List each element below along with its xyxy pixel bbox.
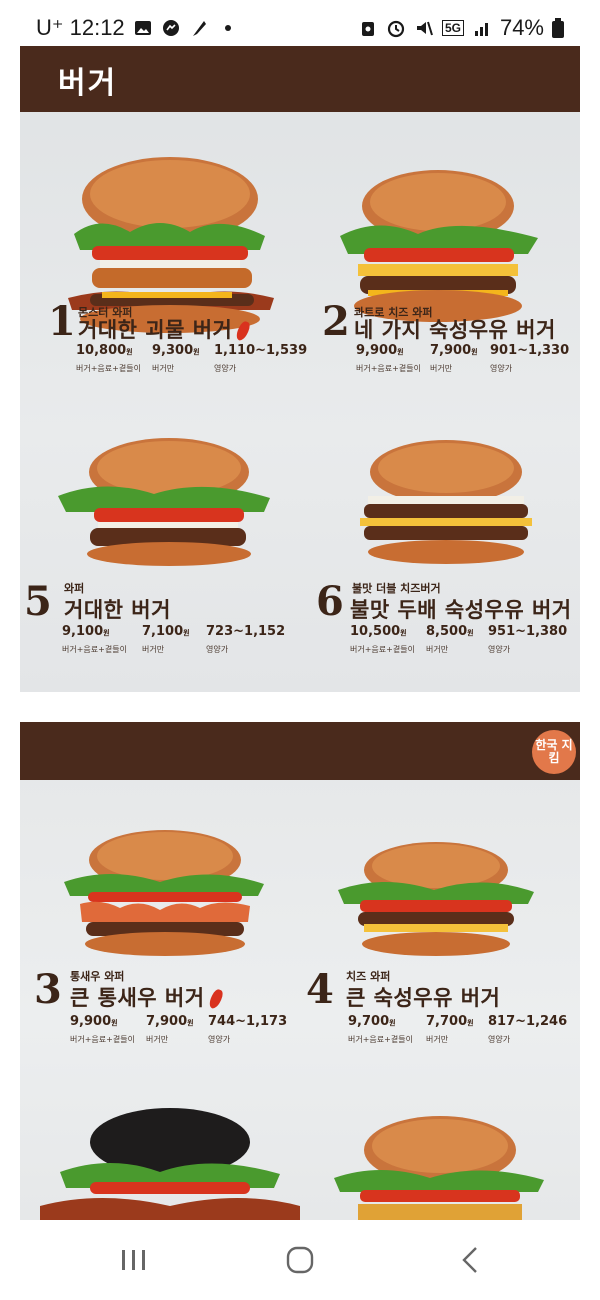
network-type: 5G bbox=[441, 20, 464, 36]
item-name: 큰 숙성우유 버거 bbox=[346, 986, 501, 1010]
feather-icon bbox=[192, 21, 206, 36]
combo-label: 버거+음료+곁들이 bbox=[350, 645, 415, 654]
item-number: 3 bbox=[34, 966, 62, 1013]
burger-only-label: 버거만 bbox=[142, 645, 165, 654]
nutrition-label: 영양가 bbox=[214, 364, 237, 373]
menu-header-banner: 버거 bbox=[20, 46, 580, 112]
double-cheeseburger-image bbox=[360, 440, 532, 564]
nutrition-label: 영양가 bbox=[208, 1035, 231, 1044]
item-number: 1 bbox=[48, 298, 76, 345]
item-name: 거대한 괴물 버거 bbox=[78, 314, 253, 344]
item-number: 2 bbox=[322, 298, 350, 345]
kcal-range: 1,110~1,539 bbox=[214, 343, 308, 358]
item-name: 큰 통새우 버거 bbox=[70, 982, 225, 1012]
more-notifications-dot bbox=[224, 25, 231, 31]
combo-label: 버거+음료+곁들이 bbox=[76, 364, 141, 373]
item-number: 5 bbox=[24, 578, 52, 625]
bulgogi-burger-image bbox=[334, 1116, 544, 1220]
brand-badge: 한국 지킴 bbox=[532, 730, 576, 774]
burger-only-label: 버거만 bbox=[426, 645, 449, 654]
burger-only-label: 버거만 bbox=[430, 364, 453, 373]
home-button[interactable] bbox=[270, 1240, 330, 1280]
battery-icon bbox=[552, 18, 564, 38]
whopper-image bbox=[58, 438, 270, 566]
kcal-range: 901~1,330 bbox=[490, 343, 570, 358]
shrimp-whopper-image bbox=[64, 830, 264, 956]
nutrition-label: 영양가 bbox=[490, 364, 513, 373]
back-button[interactable] bbox=[440, 1240, 500, 1280]
item-number: 4 bbox=[306, 966, 334, 1013]
combo-label: 버거+음료+곁들이 bbox=[356, 364, 421, 373]
burger-only-label: 버거만 bbox=[152, 364, 175, 373]
lock-app-icon bbox=[361, 22, 374, 36]
combo-label: 버거+음료+곁들이 bbox=[70, 1035, 135, 1044]
clock: U⁺ 12:12 bbox=[36, 15, 125, 40]
combo-price: 9,100원 bbox=[62, 624, 110, 639]
signal-icon bbox=[474, 23, 488, 36]
burger-only-label: 버거만 bbox=[426, 1035, 449, 1044]
kcal-range: 744~1,173 bbox=[208, 1014, 288, 1029]
navigation-bar bbox=[0, 1220, 600, 1300]
burger-price: 7,100원 bbox=[142, 624, 190, 639]
mute-icon bbox=[416, 21, 433, 36]
nutrition-label: 영양가 bbox=[488, 1035, 511, 1044]
menu-board-photo-2[interactable]: 한국 지킴 3 통새우 와퍼 큰 통새우 버거 9,900원 7,900원 74… bbox=[20, 722, 580, 1220]
burger-price: 7,900원 bbox=[146, 1014, 194, 1029]
alarm-icon bbox=[387, 20, 405, 38]
item-number: 6 bbox=[316, 578, 344, 625]
menu-board-photo-1[interactable]: 버거 1 몬스터 와퍼 거대한 괴물 버거 10,800원 9,300원 1,1… bbox=[20, 46, 580, 692]
combo-price: 9,900원 bbox=[70, 1014, 118, 1029]
combo-label: 버거+음료+곁들이 bbox=[62, 645, 127, 654]
chili-icon bbox=[206, 987, 225, 1011]
messenger-icon bbox=[162, 20, 179, 36]
burger-price: 7,700원 bbox=[426, 1014, 474, 1029]
burger-price: 7,900원 bbox=[430, 343, 478, 358]
black-bun-burger-image bbox=[40, 1108, 300, 1220]
burger-price: 8,500원 bbox=[426, 624, 474, 639]
burger-price: 9,300원 bbox=[152, 343, 200, 358]
menu-header-title: 버거 bbox=[58, 66, 118, 101]
item-name: 네 가지 숙성우유 버거 bbox=[354, 318, 556, 342]
gallery-icon bbox=[134, 21, 151, 35]
combo-price: 10,800원 bbox=[76, 343, 133, 358]
battery-percent: 74% bbox=[499, 15, 544, 40]
item-name: 거대한 버거 bbox=[64, 598, 171, 622]
kcal-range: 951~1,380 bbox=[488, 624, 568, 639]
combo-label: 버거+음료+곁들이 bbox=[348, 1035, 413, 1044]
combo-price: 10,500원 bbox=[350, 624, 407, 639]
nutrition-label: 영양가 bbox=[488, 645, 511, 654]
burger-only-label: 버거만 bbox=[146, 1035, 169, 1044]
cheese-whopper-image bbox=[338, 842, 534, 956]
nutrition-label: 영양가 bbox=[206, 645, 229, 654]
kcal-range: 817~1,246 bbox=[488, 1014, 568, 1029]
item-name: 불맛 두배 숙성우유 버거 bbox=[350, 598, 572, 622]
kcal-range: 723~1,152 bbox=[206, 624, 286, 639]
combo-price: 9,700원 bbox=[348, 1014, 396, 1029]
recent-apps-button[interactable] bbox=[104, 1240, 164, 1280]
menu-header-banner: 한국 지킴 bbox=[20, 722, 580, 780]
combo-price: 9,900원 bbox=[356, 343, 404, 358]
